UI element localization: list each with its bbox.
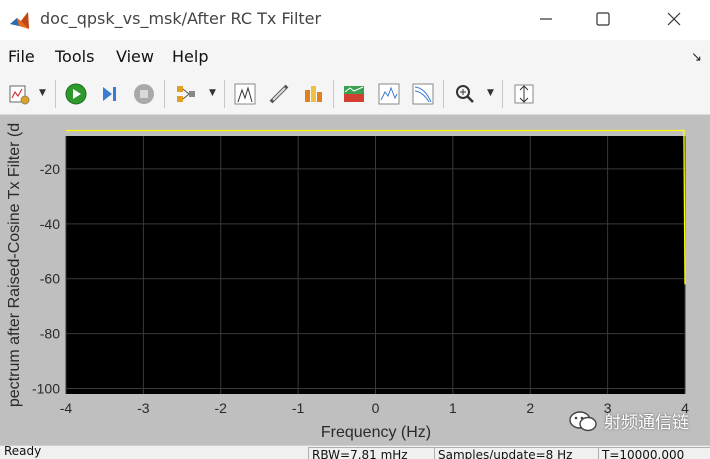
x-tick-label: 2 xyxy=(526,400,534,416)
run-icon xyxy=(65,83,87,105)
toolbar-separator xyxy=(164,80,165,108)
toolbar-separator xyxy=(55,80,56,108)
spectrum-chart[interactable]: -4 -3 -2 -1 0 1 2 3 4-20-40-60-80-100 Frequency … xyxy=(0,115,710,445)
channel-measurements-icon xyxy=(305,86,322,102)
toolbar-separator xyxy=(333,80,334,108)
toolbar-separator xyxy=(443,80,444,108)
x-axis-label: Frequency (Hz) xyxy=(321,424,431,441)
matlab-logo-icon xyxy=(10,12,29,29)
run-button[interactable] xyxy=(62,80,90,108)
close-icon xyxy=(667,12,681,26)
toolbar: ▼ ▼ ▼ xyxy=(0,74,710,115)
maximize-button[interactable] xyxy=(589,6,617,32)
menu-file[interactable]: File xyxy=(8,47,35,66)
y-axis-label: pectrum after Raised-Cosine Tx Filter (d xyxy=(6,123,23,407)
zoom-button[interactable] xyxy=(451,80,479,108)
time-readout: T=10000.000 xyxy=(598,447,710,459)
autoscale-icon xyxy=(514,84,534,104)
channel-measurements-button[interactable] xyxy=(299,80,327,108)
window-title: doc_qpsk_vs_msk/After RC Tx Filter xyxy=(40,9,322,28)
watermark: 射频通信链 xyxy=(568,408,689,433)
measurement-button[interactable] xyxy=(265,80,293,108)
toolbar-separator xyxy=(224,80,225,108)
menu-tools[interactable]: Tools xyxy=(55,47,94,66)
y-tick-label: -20 xyxy=(40,161,60,177)
spectrum-button[interactable] xyxy=(375,80,403,108)
x-tick-label: -3 xyxy=(137,400,150,416)
rbw-readout: RBW=7.81 mHz xyxy=(308,447,434,459)
close-button[interactable] xyxy=(660,6,688,32)
status-text: Ready xyxy=(4,445,42,458)
wechat-logo-icon xyxy=(569,410,597,431)
minimize-icon xyxy=(540,18,552,20)
x-tick-label: -1 xyxy=(292,400,305,416)
menu-view[interactable]: View xyxy=(116,47,154,66)
y-tick-label: -60 xyxy=(40,271,60,287)
step-forward-icon xyxy=(103,87,116,101)
menu-help[interactable]: Help xyxy=(172,47,208,66)
step-forward-button[interactable] xyxy=(96,80,124,108)
watermark-text: 射频通信链 xyxy=(604,413,689,433)
spectrum-icon xyxy=(378,83,400,105)
menu-bar: File Tools View Help ↘ xyxy=(0,40,710,74)
ccdf-icon xyxy=(412,83,434,105)
y-tick-label: -100 xyxy=(32,381,60,397)
minimize-button[interactable] xyxy=(532,6,560,32)
signal-routing-icon xyxy=(177,86,195,102)
settings-icon xyxy=(9,85,30,105)
settings-dropdown-icon[interactable]: ▼ xyxy=(39,88,46,98)
stop-icon xyxy=(134,84,154,104)
measurement-icon xyxy=(269,84,289,104)
peak-finder-button[interactable] xyxy=(231,80,259,108)
y-tick-label: -80 xyxy=(40,326,60,342)
x-tick-label: -2 xyxy=(215,400,228,416)
title-bar: doc_qpsk_vs_msk/After RC Tx Filter xyxy=(0,0,710,41)
samples-readout: Samples/update=8 Hz xyxy=(434,447,598,459)
x-tick-label: 1 xyxy=(449,400,457,416)
dock-arrow-icon[interactable]: ↘ xyxy=(691,50,702,65)
figure-area: -4 -3 -2 -1 0 1 2 3 4 -20 -40 -60 -80 -100 Frequency … xyxy=(0,115,710,445)
maximize-icon xyxy=(596,12,610,26)
settings-button[interactable] xyxy=(5,80,33,108)
x-tick-label: -4 xyxy=(60,400,73,416)
autoscale-button[interactable] xyxy=(510,80,538,108)
signal-routing-button[interactable] xyxy=(172,80,200,108)
zoom-dropdown-icon[interactable]: ▼ xyxy=(487,88,494,98)
spectrogram-icon xyxy=(344,86,364,102)
stop-button[interactable] xyxy=(130,80,158,108)
y-tick-label: -40 xyxy=(40,216,60,232)
ccdf-button[interactable] xyxy=(409,80,437,108)
spectrogram-button[interactable] xyxy=(340,80,368,108)
toolbar-separator xyxy=(502,80,503,108)
x-tick-label: 0 xyxy=(372,400,380,416)
zoom-icon xyxy=(456,85,474,103)
peak-finder-icon xyxy=(234,83,256,105)
status-bar: Ready RBW=7.81 mHz Samples/update=8 Hz T… xyxy=(0,445,710,459)
routing-dropdown-icon[interactable]: ▼ xyxy=(209,88,216,98)
